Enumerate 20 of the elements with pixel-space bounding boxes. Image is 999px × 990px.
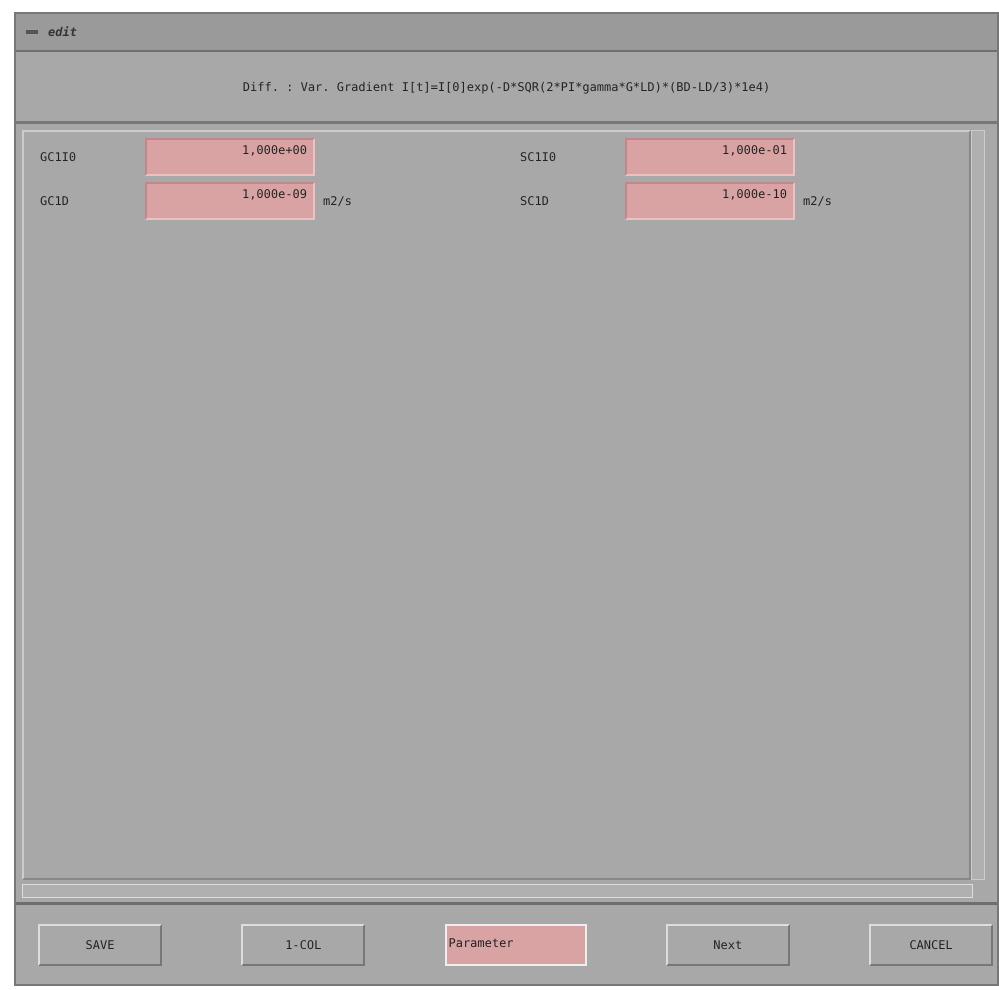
action-button[interactable]: SAVE — [38, 924, 162, 966]
field-label: SC1D — [520, 193, 550, 210]
field-label: GC1D — [40, 193, 70, 210]
field-label: GC1I0 — [40, 149, 78, 166]
value-field[interactable]: 1,000e-01 — [625, 138, 795, 176]
unit-label: m2/s — [323, 193, 352, 210]
horizontal-scrollbar[interactable] — [22, 884, 973, 898]
formula-text: Diff. : Var. Gradient I[t]=I[0]exp(-D*SQR(2*PI*gamma*G*LD)*(BD-LD/3)*1e4) — [242, 78, 770, 96]
vertical-scrollbar[interactable] — [971, 130, 985, 880]
window-title: edit — [48, 24, 77, 41]
unit-label: m2/s — [803, 193, 832, 210]
value-field[interactable]: 1,000e+00 — [145, 138, 315, 176]
value-field[interactable]: 1,000e-10 — [625, 182, 795, 220]
action-button[interactable]: CANCEL — [869, 924, 993, 966]
action-button[interactable]: Next — [666, 924, 790, 966]
value-field[interactable]: 1,000e-09 — [145, 182, 315, 220]
action-button[interactable]: 1-COL — [241, 924, 366, 966]
parameter-field[interactable]: Parameter — [444, 924, 586, 966]
window-menu-icon[interactable] — [26, 30, 38, 34]
field-label: SC1I0 — [520, 149, 558, 166]
